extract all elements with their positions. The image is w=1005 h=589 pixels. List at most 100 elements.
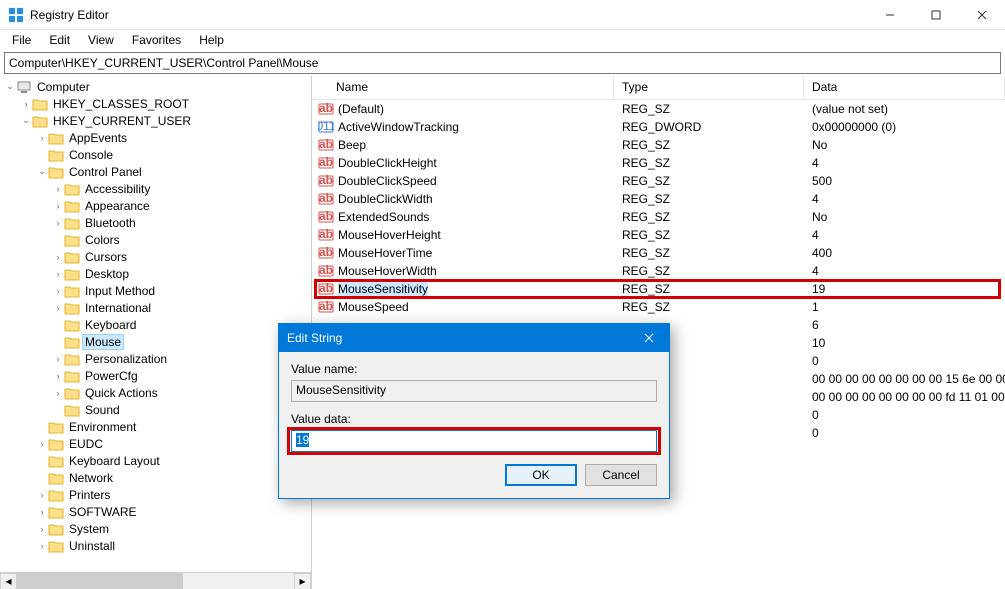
tree-node[interactable]: Console [0,146,311,163]
twisty-icon[interactable]: › [36,439,48,449]
tree-node[interactable]: Network [0,469,311,486]
ok-button[interactable]: OK [505,464,577,486]
tree-node[interactable]: ⌄Control Panel [0,163,311,180]
tree-node[interactable]: Keyboard [0,316,311,333]
tree-node[interactable]: ›Uninstall [0,537,311,554]
menu-view[interactable]: View [80,31,122,49]
tree-node[interactable]: ›AppEvents [0,129,311,146]
tree-node[interactable]: Environment [0,418,311,435]
value-data-input[interactable]: 19 [291,430,657,452]
column-name[interactable]: Name [312,76,614,99]
tree-node[interactable]: ›Quick Actions [0,384,311,401]
tree-node[interactable]: ›Personalization [0,350,311,367]
value-row[interactable]: abMouseSpeedREG_SZ1 [312,298,1005,316]
string-icon: ab [318,101,334,117]
tree-node[interactable]: ›International [0,299,311,316]
tree-node[interactable]: ›Bluetooth [0,214,311,231]
value-type: REG_SZ [614,282,804,296]
value-name: (Default) [338,102,384,116]
maximize-button[interactable] [913,0,959,30]
tree-node[interactable]: ›HKEY_CLASSES_ROOT [0,95,311,112]
scroll-left-button[interactable]: ◂ [0,573,17,589]
folder-icon [64,318,80,332]
twisty-icon[interactable]: › [36,541,48,551]
twisty-icon[interactable]: › [52,388,64,398]
tree-node[interactable]: Colors [0,231,311,248]
tree-node[interactable]: ›Printers [0,486,311,503]
twisty-icon[interactable]: › [36,490,48,500]
folder-icon [32,114,48,128]
value-row[interactable]: abMouseHoverHeightREG_SZ4 [312,226,1005,244]
tree-node[interactable]: ›Input Method [0,282,311,299]
value-data: 500 [804,174,1005,188]
value-name: DoubleClickHeight [338,156,437,170]
tree-label: PowerCfg [83,369,140,383]
value-name: ActiveWindowTracking [338,120,459,134]
menu-edit[interactable]: Edit [41,31,78,49]
value-row[interactable]: abMouseSensitivityREG_SZ19 [312,280,1005,298]
string-icon: ab [318,155,334,171]
twisty-icon[interactable]: › [20,99,32,109]
tree-node[interactable]: ›Appearance [0,197,311,214]
value-row[interactable]: abDoubleClickSpeedREG_SZ500 [312,172,1005,190]
twisty-icon[interactable]: › [36,507,48,517]
twisty-icon[interactable]: › [36,524,48,534]
column-type[interactable]: Type [614,76,804,99]
twisty-icon[interactable]: › [52,252,64,262]
tree-node[interactable]: ›SOFTWARE [0,503,311,520]
twisty-icon[interactable]: › [36,133,48,143]
value-type: REG_SZ [614,264,804,278]
registry-tree[interactable]: ⌄Computer›HKEY_CLASSES_ROOT⌄HKEY_CURRENT… [0,76,311,572]
address-bar[interactable]: Computer\HKEY_CURRENT_USER\Control Panel… [4,52,1001,74]
menu-help[interactable]: Help [191,31,232,49]
value-row[interactable]: abBeepREG_SZNo [312,136,1005,154]
twisty-icon[interactable]: ⌄ [36,166,48,177]
tree-node[interactable]: Keyboard Layout [0,452,311,469]
tree-node[interactable]: › Desktop [0,265,311,282]
dialog-titlebar[interactable]: Edit String [279,324,669,352]
menu-file[interactable]: File [4,31,39,49]
tree-node[interactable]: ›Cursors [0,248,311,265]
twisty-icon[interactable]: › [52,184,64,194]
tree-node[interactable]: ›EUDC [0,435,311,452]
dialog-close-button[interactable] [629,324,669,352]
twisty-icon[interactable]: › [52,354,64,364]
tree-node[interactable]: Sound [0,401,311,418]
value-row[interactable]: abExtendedSoundsREG_SZNo [312,208,1005,226]
tree-node[interactable]: ›System [0,520,311,537]
tree-node[interactable]: Mouse [0,333,311,350]
value-row[interactable]: ab(Default)REG_SZ(value not set) [312,100,1005,118]
column-data[interactable]: Data [804,76,1005,99]
folder-icon [64,182,80,196]
minimize-button[interactable] [867,0,913,30]
twisty-icon[interactable]: › [52,286,64,296]
twisty-icon[interactable]: › [52,269,64,279]
value-row[interactable]: abDoubleClickHeightREG_SZ4 [312,154,1005,172]
twisty-icon[interactable]: › [52,201,64,211]
value-type: REG_SZ [614,210,804,224]
cancel-button[interactable]: Cancel [585,464,657,486]
tree-node[interactable]: ›Accessibility [0,180,311,197]
horizontal-scrollbar[interactable]: ◂ ▸ [0,572,311,589]
twisty-icon[interactable]: ⌄ [20,115,32,126]
close-button[interactable] [959,0,1005,30]
menu-favorites[interactable]: Favorites [124,31,189,49]
value-row[interactable]: abMouseHoverWidthREG_SZ4 [312,262,1005,280]
tree-node[interactable]: ⌄Computer [0,78,311,95]
value-row[interactable]: abDoubleClickWidthREG_SZ4 [312,190,1005,208]
scroll-right-button[interactable]: ▸ [294,573,311,589]
value-row[interactable]: abMouseHoverTimeREG_SZ400 [312,244,1005,262]
scroll-thumb[interactable] [17,573,183,589]
tree-label: Console [67,148,115,162]
twisty-icon[interactable]: › [52,218,64,228]
value-data: 00 00 00 00 00 00 00 00 fd 11 01 00 00 0… [804,390,1005,404]
twisty-icon[interactable]: ⌄ [4,81,16,92]
folder-icon [64,284,80,298]
twisty-icon[interactable]: › [52,303,64,313]
twisty-icon[interactable]: › [52,371,64,381]
value-row[interactable]: 011ActiveWindowTrackingREG_DWORD0x000000… [312,118,1005,136]
tree-label: Desktop [83,267,131,281]
value-type: REG_SZ [614,300,804,314]
tree-node[interactable]: › PowerCfg [0,367,311,384]
tree-node[interactable]: ⌄HKEY_CURRENT_USER [0,112,311,129]
